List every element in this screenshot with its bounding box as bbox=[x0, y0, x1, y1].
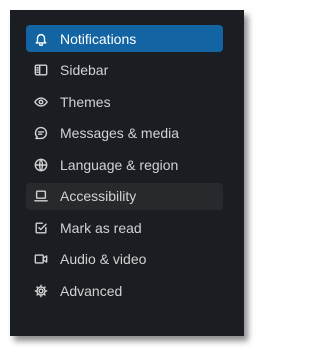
sidebar-icon bbox=[34, 63, 48, 77]
bell-icon bbox=[34, 32, 48, 46]
preferences-panel: Notifications Sidebar Themes Messages & … bbox=[10, 10, 244, 336]
menu-item-accessibility[interactable]: Accessibility bbox=[26, 182, 223, 210]
menu-item-messages-media[interactable]: Messages & media bbox=[26, 120, 223, 147]
message-icon bbox=[34, 126, 48, 140]
menu-item-mark-as-read[interactable]: Mark as read bbox=[26, 214, 223, 241]
check-square-icon bbox=[34, 221, 48, 235]
menu-item-label: Accessibility bbox=[60, 188, 137, 204]
eye-icon bbox=[34, 95, 48, 109]
menu-item-themes[interactable]: Themes bbox=[26, 88, 223, 115]
menu-item-label: Audio & video bbox=[60, 251, 147, 267]
menu-item-language-region[interactable]: Language & region bbox=[26, 151, 223, 178]
menu-item-label: Mark as read bbox=[60, 219, 142, 236]
menu-item-sidebar[interactable]: Sidebar bbox=[26, 57, 223, 84]
menu-item-audio-video[interactable]: Audio & video bbox=[26, 246, 223, 273]
menu-item-advanced[interactable]: Advanced bbox=[26, 277, 223, 304]
video-icon bbox=[34, 252, 48, 266]
menu-item-label: Themes bbox=[60, 93, 111, 110]
menu-item-label: Sidebar bbox=[60, 62, 109, 78]
menu-item-label: Advanced bbox=[60, 282, 123, 299]
preferences-menu: Notifications Sidebar Themes Messages & … bbox=[26, 25, 223, 309]
laptop-icon bbox=[34, 189, 48, 203]
menu-item-label: Language & region bbox=[60, 156, 179, 173]
menu-item-notifications[interactable]: Notifications bbox=[26, 25, 223, 52]
globe-icon bbox=[34, 158, 48, 172]
gear-icon bbox=[34, 284, 48, 298]
menu-item-label: Messages & media bbox=[60, 125, 180, 141]
menu-item-label: Notifications bbox=[60, 30, 137, 47]
